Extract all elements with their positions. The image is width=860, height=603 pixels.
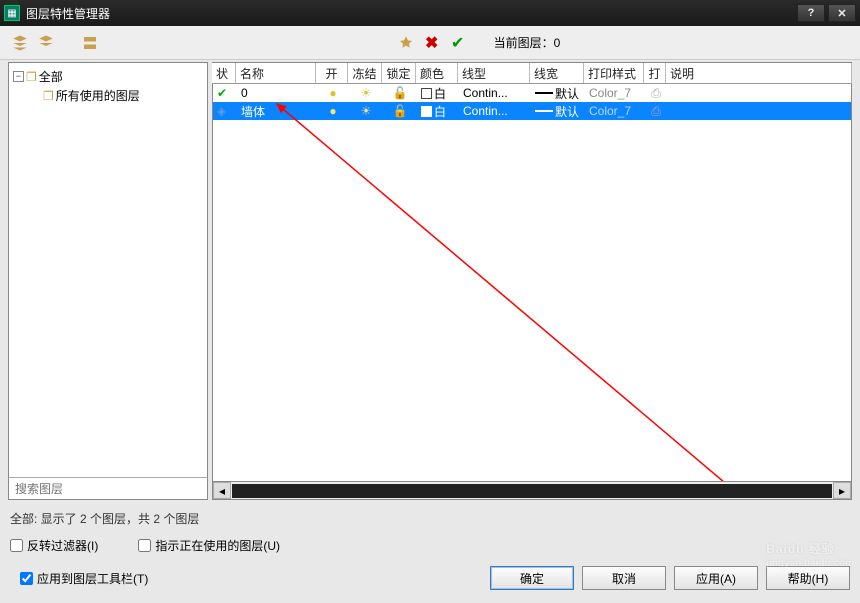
linetype-cell[interactable]: Contin... [459,84,531,102]
apply-button[interactable]: 应用(A) [674,566,758,590]
description-cell[interactable] [667,102,851,120]
scroll-right-icon[interactable]: ▸ [833,482,851,499]
lineweight-icon [535,92,553,94]
lock-icon[interactable]: 🔓 [393,104,408,118]
layers-icon: ❐ [26,70,37,84]
col-lock[interactable]: 锁定 [382,63,416,83]
current-layer-label-text: 当前图层： [494,36,554,50]
scroll-track[interactable] [232,484,832,498]
layers-icon: ❐ [43,89,54,103]
col-color[interactable]: 颜色 [416,63,458,83]
lineweight-cell[interactable]: 默认 [531,84,585,102]
col-name[interactable]: 名称 [236,63,316,83]
printer-icon[interactable]: ⎙ [651,104,661,119]
cancel-button[interactable]: 取消 [582,566,666,590]
new-group-filter-icon[interactable] [36,33,56,53]
lock-icon[interactable]: 🔓 [393,86,408,100]
tree-node-label: 全部 [39,68,63,85]
current-layer-icon: ✔ [217,86,227,100]
invert-filter-checkbox[interactable]: 反转过滤器(I) [10,537,98,554]
app-icon: ▦ [4,5,20,21]
search-box [9,477,207,499]
description-cell[interactable] [667,84,851,102]
layer-states-icon[interactable] [80,33,100,53]
toolbar: ✖ ✔ 当前图层：0 [0,26,860,60]
color-swatch [421,106,432,117]
bulb-icon[interactable]: ● [329,86,336,100]
help-button[interactable]: 帮助(H) [766,566,850,590]
color-swatch [421,88,432,99]
linetype-cell[interactable]: Contin... [459,102,531,120]
sun-icon[interactable]: ☀ [361,104,372,118]
plotstyle-cell: Color_7 [585,84,645,102]
col-status[interactable]: 状 [212,63,236,83]
invert-filter-input[interactable] [10,539,23,552]
apply-toolbar-input[interactable] [20,572,33,585]
new-filter-icon[interactable] [10,33,30,53]
color-cell[interactable]: 白 [417,84,459,102]
layer-row[interactable]: ✔ 0 ● ☀ 🔓 白Contin... 默认Color_7 ⎙ [213,84,851,102]
title-bar: ▦ 图层特性管理器 ? ✕ [0,0,860,26]
invert-filter-label: 反转过滤器(I) [27,537,98,554]
status-line: 全部: 显示了 2 个图层，共 2 个图层 [0,502,860,533]
lineweight-cell[interactable]: 默认 [531,102,585,120]
tree-node-all[interactable]: − ❐ 全部 [13,67,203,86]
tree-node-label: 所有使用的图层 [56,87,140,104]
current-layer-label: 当前图层：0 [494,34,561,51]
plotstyle-cell: Color_7 [585,102,645,120]
apply-toolbar-checkbox[interactable]: 应用到图层工具栏(T) [20,570,148,587]
color-cell[interactable]: 白 [417,102,459,120]
apply-toolbar-label: 应用到图层工具栏(T) [37,570,148,587]
search-input[interactable] [9,478,207,499]
tree-node-all-used[interactable]: ❐ 所有使用的图层 [13,86,203,105]
col-ltype[interactable]: 线型 [458,63,530,83]
filter-tree: − ❐ 全部 ❐ 所有使用的图层 [8,62,208,500]
sun-icon[interactable]: ☀ [361,86,372,100]
grid-body: ✔ 0 ● ☀ 🔓 白Contin... 默认Color_7 ⎙ ◈ 墙体 ● ☀ 🔓 白Conti… [212,84,852,482]
indicate-inuse-label: 指示正在使用的图层(U) [155,537,280,554]
window-title: 图层特性管理器 [26,5,794,22]
col-plot[interactable]: 打 [644,63,666,83]
scroll-left-icon[interactable]: ◂ [213,482,231,499]
grid-header: 状 名称 开 冻结 锁定 颜色 线型 线宽 打印样式 打 说明 [212,62,852,84]
col-lweight[interactable]: 线宽 [530,63,584,83]
layer-name-cell[interactable]: 墙体 [237,102,317,120]
col-desc[interactable]: 说明 [666,63,852,83]
col-on[interactable]: 开 [316,63,348,83]
col-freeze[interactable]: 冻结 [348,63,382,83]
delete-layer-icon[interactable]: ✖ [422,33,442,53]
printer-icon[interactable]: ⎙ [651,86,661,101]
current-layer-value: 0 [554,36,561,50]
close-button[interactable]: ✕ [828,4,856,22]
lineweight-icon [535,110,553,112]
new-layer-icon[interactable] [396,33,416,53]
indicate-inuse-input[interactable] [138,539,151,552]
layer-status-icon: ◈ [217,104,226,118]
col-pstyle[interactable]: 打印样式 [584,63,644,83]
set-current-icon[interactable]: ✔ [448,33,468,53]
annotation-arrow [271,98,751,482]
tree-collapse-icon[interactable]: − [13,71,24,82]
help-button[interactable]: ? [797,4,825,22]
layer-row[interactable]: ◈ 墙体 ● ☀ 🔓 白Contin... 默认Color_7 ⎙ [213,102,851,120]
ok-button[interactable]: 确定 [490,566,574,590]
bulb-icon[interactable]: ● [329,104,336,118]
indicate-inuse-checkbox[interactable]: 指示正在使用的图层(U) [138,537,280,554]
horizontal-scrollbar[interactable]: ◂ ▸ [212,482,852,500]
layer-name-cell[interactable]: 0 [237,84,317,102]
layer-grid: 状 名称 开 冻结 锁定 颜色 线型 线宽 打印样式 打 说明 ✔0●☀🔓 白C… [212,62,852,500]
